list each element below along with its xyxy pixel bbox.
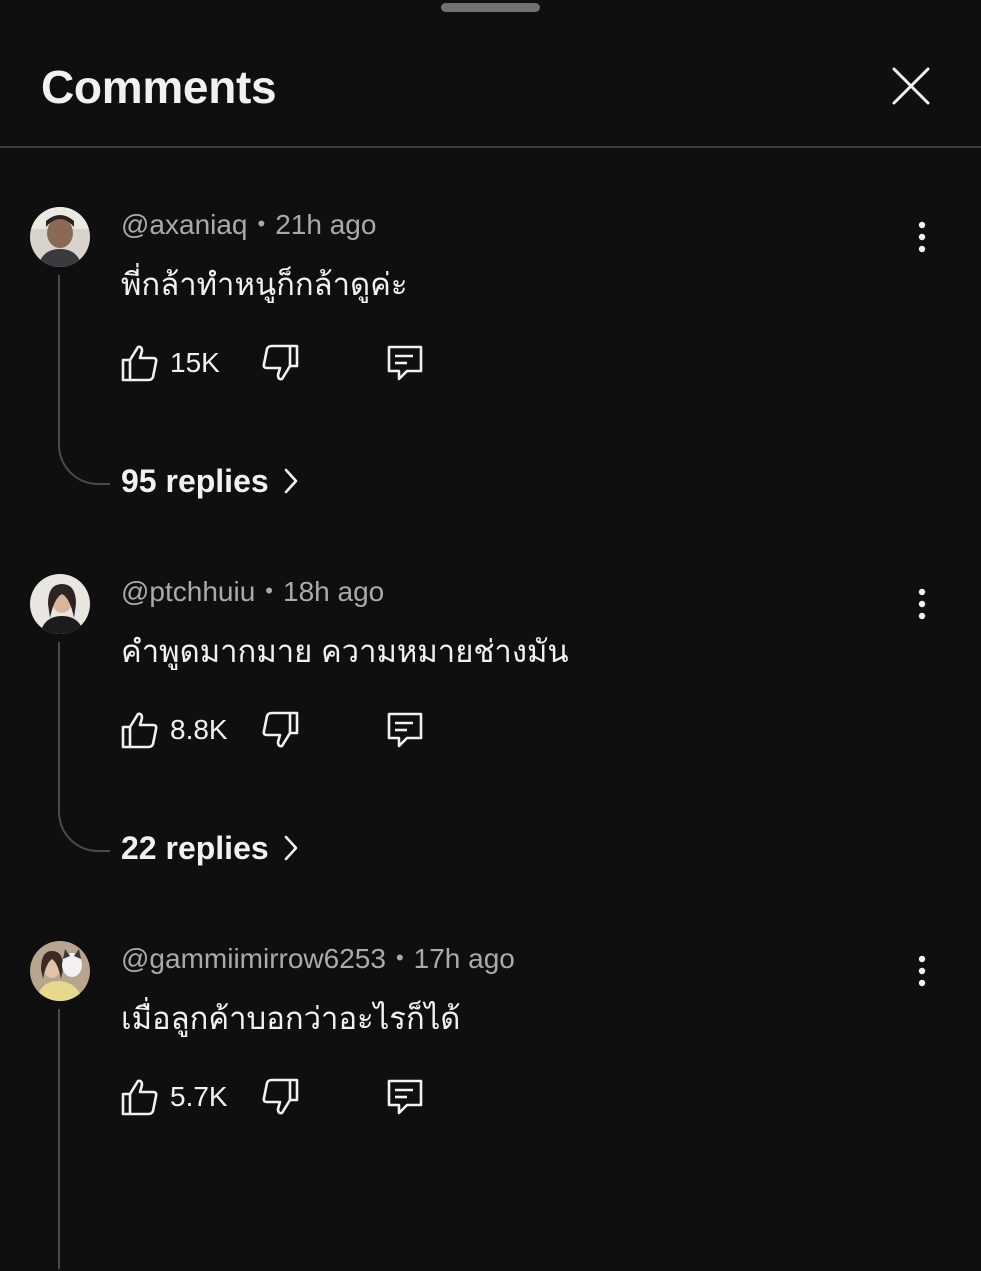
comment-time: 18h ago bbox=[283, 576, 385, 607]
comment-username[interactable]: @ptchhuiu bbox=[121, 576, 255, 607]
replies-link[interactable]: 95 replies bbox=[121, 463, 301, 500]
thumb-down-icon bbox=[262, 1078, 299, 1115]
like-button[interactable] bbox=[120, 710, 160, 750]
comment-time: 21h ago bbox=[275, 209, 377, 240]
panel-title: Comments bbox=[41, 61, 277, 113]
like-count: 5.7K bbox=[170, 1081, 228, 1112]
more-vert-icon bbox=[918, 588, 926, 620]
like-count: 8.8K bbox=[170, 714, 228, 745]
thread-line bbox=[58, 1009, 110, 1269]
replies-count: 22 replies bbox=[121, 830, 269, 866]
meta-separator: • bbox=[257, 211, 266, 236]
reply-button[interactable] bbox=[385, 1077, 425, 1117]
header-divider bbox=[0, 146, 981, 148]
thumb-up-icon bbox=[121, 345, 158, 382]
comment-more-button[interactable] bbox=[902, 951, 942, 991]
reply-button[interactable] bbox=[385, 710, 425, 750]
dislike-button[interactable] bbox=[260, 343, 300, 383]
comment-item: @gammiimirrow6253 • 17h ago เมื่อลูกค้าบอก… bbox=[0, 941, 981, 1271]
reply-icon bbox=[387, 712, 423, 748]
chevron-right-icon bbox=[284, 468, 297, 493]
chevron-right-icon bbox=[284, 835, 297, 860]
avatar[interactable] bbox=[30, 574, 90, 634]
thumb-down-icon bbox=[262, 344, 299, 381]
comment-meta: @gammiimirrow6253 • 17h ago bbox=[121, 943, 515, 975]
thumb-down-icon bbox=[262, 711, 299, 748]
reply-button[interactable] bbox=[385, 343, 425, 383]
meta-separator: • bbox=[265, 578, 273, 603]
comment-more-button[interactable] bbox=[902, 217, 942, 257]
comment-text: เมื่อลูกค้าบอกว่าอะไรก็ได้ bbox=[121, 1001, 461, 1036]
comment-username[interactable]: @axaniaq bbox=[121, 209, 248, 240]
replies-count: 95 replies bbox=[121, 463, 269, 499]
like-count: 15K bbox=[170, 347, 220, 378]
thumb-up-icon bbox=[121, 712, 158, 749]
close-button[interactable] bbox=[887, 62, 935, 110]
comment-item: @ptchhuiu • 18h ago คำพูดมากมาย ความหมายช่… bbox=[0, 574, 981, 904]
more-vert-icon bbox=[918, 955, 926, 987]
avatar[interactable] bbox=[30, 941, 90, 1001]
meta-separator: • bbox=[395, 945, 404, 970]
comment-username[interactable]: @gammiimirrow6253 bbox=[121, 943, 386, 974]
comment-text: พี่กล้าทำหนูก็กล้าดูค่ะ bbox=[121, 267, 408, 302]
comment-text: คำพูดมากมาย ความหมายช่างมัน bbox=[121, 634, 569, 669]
comment-more-button[interactable] bbox=[902, 584, 942, 624]
thumb-up-icon bbox=[121, 1079, 158, 1116]
close-icon bbox=[892, 67, 930, 105]
reply-icon bbox=[387, 1079, 423, 1115]
comment-item: @axaniaq • 21h ago พี่กล้าทำหนูก็กล้าดูค่ะ… bbox=[0, 207, 981, 537]
comment-meta: @ptchhuiu • 18h ago bbox=[121, 576, 384, 608]
like-button[interactable] bbox=[120, 343, 160, 383]
comment-meta: @axaniaq • 21h ago bbox=[121, 209, 376, 241]
drag-handle[interactable] bbox=[441, 3, 540, 12]
thread-line bbox=[58, 275, 110, 485]
avatar[interactable] bbox=[30, 207, 90, 267]
like-button[interactable] bbox=[120, 1077, 160, 1117]
more-vert-icon bbox=[918, 221, 926, 253]
replies-link[interactable]: 22 replies bbox=[121, 830, 301, 867]
dislike-button[interactable] bbox=[260, 1077, 300, 1117]
dislike-button[interactable] bbox=[260, 710, 300, 750]
reply-icon bbox=[387, 345, 423, 381]
comment-time: 17h ago bbox=[413, 943, 515, 974]
thread-line bbox=[58, 642, 110, 852]
